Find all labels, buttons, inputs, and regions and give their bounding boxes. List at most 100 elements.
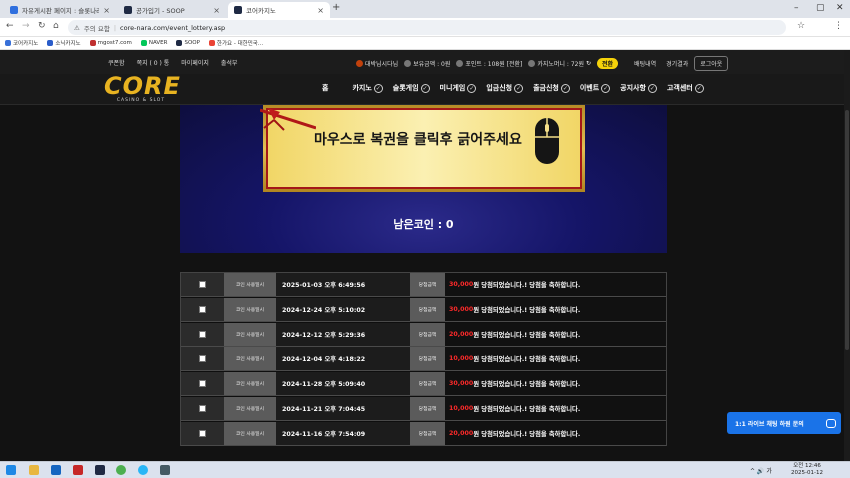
app-icon[interactable]	[95, 465, 105, 475]
row-checkbox[interactable]	[199, 405, 206, 412]
scratch-area[interactable]: 마우스로 복권을 클릭후 긁어주세요	[260, 108, 582, 189]
date-cell: 2024-11-21 오후 7:04:45	[276, 397, 410, 420]
wallet-icon	[404, 60, 412, 67]
convert-button[interactable]: 전환	[597, 58, 619, 69]
row-checkbox-cell[interactable]	[181, 397, 224, 420]
close-icon[interactable]: ×	[103, 6, 110, 15]
row-checkbox[interactable]	[199, 355, 206, 363]
back-icon[interactable]: ←	[6, 21, 14, 31]
row-checkbox-cell[interactable]	[181, 297, 224, 321]
points[interactable]: 포인트 : 108원 [전환]	[456, 59, 522, 68]
scratch-lottery-card[interactable]: 마우스로 복권을 클릭후 긁어주세요	[260, 105, 585, 192]
forward-icon[interactable]: →	[22, 21, 30, 31]
table-row: 코인 사용일시 2024-12-12 오후 5:29:36 당첨금액 20,000 원 …	[181, 322, 666, 347]
browser-tab[interactable]: 자유게시판 페이지 : 슬롯나라 ×	[4, 2, 116, 18]
row-checkbox[interactable]	[199, 281, 206, 288]
site-logo[interactable]: CORE CASINO & SLOT	[104, 72, 181, 104]
edge-icon[interactable]	[51, 465, 61, 475]
win-label-cell: 당첨금액	[410, 322, 445, 346]
bet-history-link[interactable]: 배팅내역	[634, 59, 656, 68]
reload-icon[interactable]: ↻	[38, 21, 46, 31]
logout-button[interactable]: 로그아웃	[694, 56, 729, 71]
close-window-icon[interactable]: ✕	[836, 3, 844, 13]
attendance-link[interactable]: 출석부	[221, 58, 238, 67]
menu-item-support[interactable]: 고객센터 ✓	[667, 83, 704, 93]
win-message: 원 당첨되었습니다.! 당첨을 축하합니다.	[473, 406, 581, 413]
tab-label: 공가입기 - SOOP	[136, 7, 185, 15]
coin-label-cell: 코인 사용일시	[224, 297, 276, 321]
address-bar[interactable]: ⚠ 주의 요함 | core-nara.com/event_lottery.as…	[68, 20, 786, 35]
date-cell: 2024-11-16 오후 7:54:09	[276, 421, 410, 445]
browser-tab[interactable]: 공가입기 - SOOP ×	[118, 2, 226, 18]
bookmark-item[interactable]: NAVER	[140, 40, 167, 46]
home-icon[interactable]: ⌂	[53, 21, 59, 31]
game-results-link[interactable]: 경기결과	[666, 59, 688, 68]
bookmark-item[interactable]: SOOP	[176, 40, 200, 46]
bookmark-star-icon[interactable]: ☆	[797, 21, 805, 31]
new-tab-button[interactable]: +	[332, 2, 340, 13]
menu-item-deposit[interactable]: 입금신청 ✓	[486, 83, 524, 93]
menu-item-minigame[interactable]: 미니게임 ✓	[440, 83, 477, 93]
app-icon[interactable]	[73, 465, 83, 475]
mypage-link[interactable]: 마이페이지	[181, 58, 209, 67]
windows-start-icon[interactable]	[6, 465, 16, 475]
clock[interactable]: 오전 12:46 2025-01-12	[791, 463, 823, 477]
row-checkbox-cell[interactable]	[181, 322, 224, 346]
live-chat-button[interactable]: 1:1 라이브 채팅 하원 문의	[727, 412, 841, 434]
system-tray[interactable]: ^ 🔊 가	[750, 466, 772, 475]
bookmark-item[interactable]: mgost7.com	[89, 40, 132, 46]
menu-item-slot[interactable]: 슬롯게임 ✓	[393, 83, 430, 93]
menu-item-notice[interactable]: 공지사항 ✓	[620, 83, 657, 93]
bookmark-item[interactable]: 한가요 - 대한민국...	[208, 39, 263, 47]
row-checkbox[interactable]	[199, 305, 206, 313]
bookmark-item[interactable]: 소닉카지노	[47, 39, 81, 47]
menu-item-withdraw[interactable]: 출금신청 ✓	[533, 83, 570, 93]
telegram-icon[interactable]	[138, 465, 148, 475]
row-checkbox-cell[interactable]	[181, 347, 224, 371]
file-explorer-icon[interactable]	[29, 465, 39, 475]
browser-tab-active[interactable]: 코어카지노 ×	[228, 2, 330, 18]
win-amount: 30,000	[449, 380, 474, 388]
row-checkbox[interactable]	[199, 429, 206, 437]
logo-text: CORE	[104, 72, 181, 100]
row-checkbox[interactable]	[199, 380, 206, 388]
check-circle-icon: ✓	[694, 83, 704, 93]
refresh-icon[interactable]: ↻	[586, 60, 591, 67]
maximize-icon[interactable]: ▢	[816, 3, 825, 13]
minimize-icon[interactable]: –	[794, 3, 799, 13]
browser-menu-icon[interactable]: ⋮	[834, 21, 843, 31]
menu-label: 슬롯게임	[392, 84, 419, 92]
row-checkbox[interactable]	[199, 330, 206, 338]
coupon-link[interactable]: 쿠폰함	[108, 58, 125, 67]
main-navbar: CORE CASINO & SLOT 홈 카지노 ✓ 슬롯게임 ✓ 미니게임 ✓ 입금…	[0, 74, 850, 105]
menu-item-casino[interactable]: 카지노 ✓	[352, 83, 383, 93]
security-warning[interactable]: 주의 요함	[84, 23, 110, 33]
scrollbar-thumb[interactable]	[845, 110, 849, 350]
balance: 보유금액 : 0원	[404, 59, 450, 68]
mouse-icon	[535, 118, 559, 164]
row-checkbox-cell[interactable]	[181, 273, 224, 296]
check-circle-icon: ✓	[514, 83, 524, 93]
win-label-cell: 당첨금액	[410, 297, 445, 321]
messages-link[interactable]: 쪽지 ( 0 ) 통	[137, 58, 170, 67]
menu-label: 홈	[322, 84, 329, 92]
app-icon[interactable]	[160, 465, 170, 475]
close-icon[interactable]: ×	[317, 6, 324, 15]
close-icon[interactable]: ×	[213, 6, 220, 15]
result-cell: 30,000 원 당첨되었습니다.! 당첨을 축하합니다.	[445, 297, 666, 321]
win-message: 원 당첨되었습니다.! 당첨을 축하합니다.	[473, 331, 581, 339]
row-checkbox-cell[interactable]	[181, 372, 224, 396]
menu-item-home[interactable]: 홈	[322, 83, 328, 93]
row-checkbox-cell[interactable]	[181, 421, 224, 445]
date-cell: 2024-11-28 오후 5:09:40	[276, 372, 410, 396]
chrome-icon[interactable]	[116, 465, 126, 475]
bookmark-favicon-icon	[47, 40, 54, 46]
page-scrollbar[interactable]	[844, 50, 850, 461]
bookmark-favicon-icon	[208, 40, 215, 46]
url-text[interactable]: core-nara.com/event_lottery.asp	[120, 24, 225, 32]
bookmark-item[interactable]: 코어카지노	[5, 39, 38, 47]
warning-icon[interactable]: ⚠	[74, 24, 80, 32]
tray-icons[interactable]: ^ 🔊 가	[750, 466, 772, 475]
bookmark-favicon-icon	[5, 40, 11, 46]
menu-item-event[interactable]: 이벤트 ✓	[580, 83, 611, 93]
